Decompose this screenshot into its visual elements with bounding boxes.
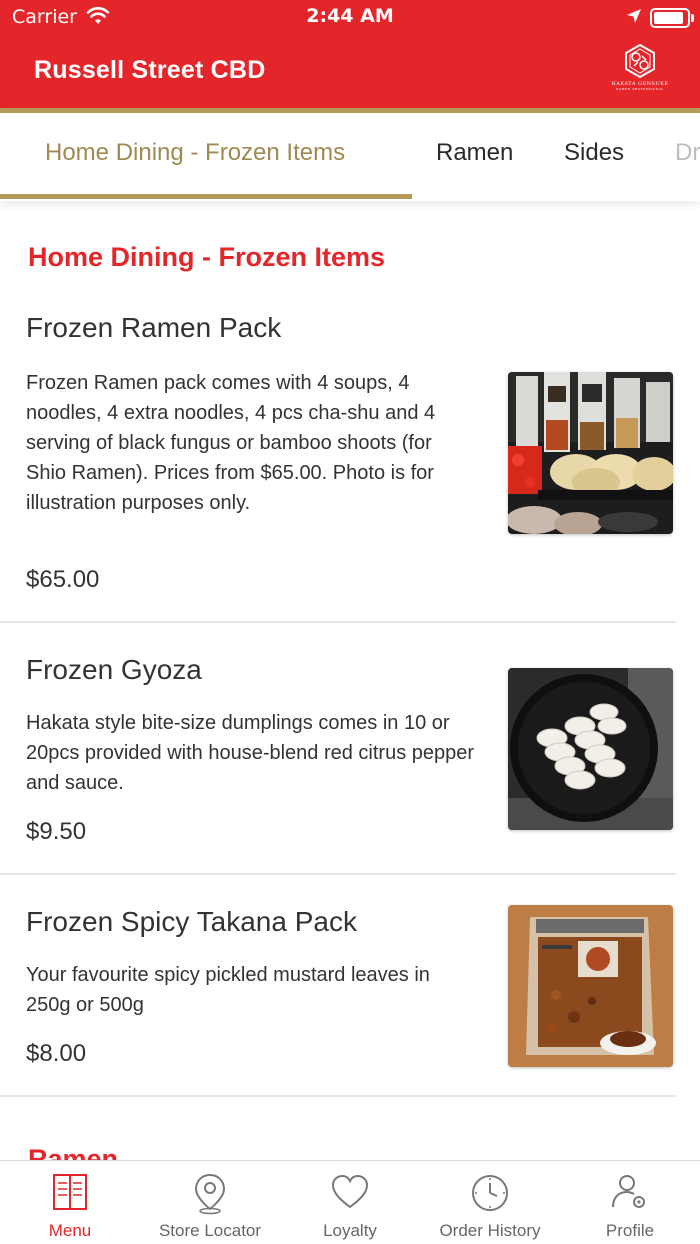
gyoza-photo: [508, 668, 673, 830]
location-arrow-icon: [626, 8, 642, 28]
tab-sides[interactable]: Sides: [564, 139, 624, 167]
battery-nub: [691, 14, 694, 22]
status-bar: Carrier 2:44 AM: [0, 0, 700, 36]
item-description: Frozen Ramen pack comes with 4 soups, 4 …: [26, 372, 436, 514]
nav-profile[interactable]: Profile: [560, 1161, 700, 1244]
clock-icon: [472, 1175, 508, 1211]
battery-icon: [650, 8, 690, 28]
heart-icon: [331, 1174, 369, 1209]
takana-pack-photo: [508, 905, 673, 1067]
nav-store-locator[interactable]: Store Locator: [140, 1161, 280, 1244]
status-time: 2:44 AM: [306, 5, 394, 27]
tab-drinks-partial[interactable]: Dr: [675, 139, 700, 167]
item-name: Frozen Ramen Pack: [26, 312, 282, 343]
category-tabs: Home Dining - Frozen Items Ramen Sides D…: [0, 113, 700, 201]
store-title[interactable]: Russell Street CBD: [34, 56, 265, 85]
item-divider: [0, 621, 676, 623]
nav-loyalty[interactable]: Loyalty: [280, 1161, 420, 1244]
tab-ramen[interactable]: Ramen: [436, 139, 513, 167]
active-tab-indicator: [0, 194, 412, 199]
app-header: Carrier 2:44 AM Russell Street CBD HAKAT…: [0, 0, 700, 108]
nav-order-history[interactable]: Order History: [420, 1161, 560, 1244]
hakata-gensuke-logo: HAKATA GENSUKE RAMEN PROFESSIONAL: [604, 44, 676, 96]
ramen-pack-photo: [508, 372, 673, 534]
nav-label: Store Locator: [158, 1221, 262, 1240]
section-title-frozen-items: Home Dining - Frozen Items: [28, 242, 386, 272]
item-divider: [0, 1095, 676, 1097]
nav-label: Profile: [605, 1221, 655, 1240]
nav-label: Menu: [48, 1221, 92, 1240]
item-name: Frozen Gyoza: [26, 654, 202, 685]
tab-home-dining-frozen-items[interactable]: Home Dining - Frozen Items: [45, 139, 345, 167]
menu-book-icon: [53, 1174, 87, 1210]
nav-label: Loyalty: [323, 1221, 377, 1240]
item-price: $9.50: [26, 818, 87, 845]
item-price: $65.00: [26, 566, 100, 593]
nav-label: Order History: [439, 1221, 541, 1240]
location-pin-icon: [194, 1173, 226, 1215]
profile-settings-icon: [612, 1175, 645, 1208]
bottom-tab-bar: Menu Store Locator Loyalty Order History: [0, 1160, 700, 1244]
battery-level: [654, 12, 683, 24]
item-price: $8.00: [26, 1040, 87, 1067]
logo-subtext: RAMEN PROFESSIONAL: [616, 87, 664, 91]
nav-menu[interactable]: Menu: [0, 1161, 140, 1244]
item-divider: [0, 873, 676, 875]
item-name: Frozen Spicy Takana Pack: [26, 906, 357, 937]
item-description: Your favourite spicy pickled mustard lea…: [26, 964, 430, 1016]
item-description: Hakata style bite-size dumplings comes i…: [26, 712, 475, 794]
